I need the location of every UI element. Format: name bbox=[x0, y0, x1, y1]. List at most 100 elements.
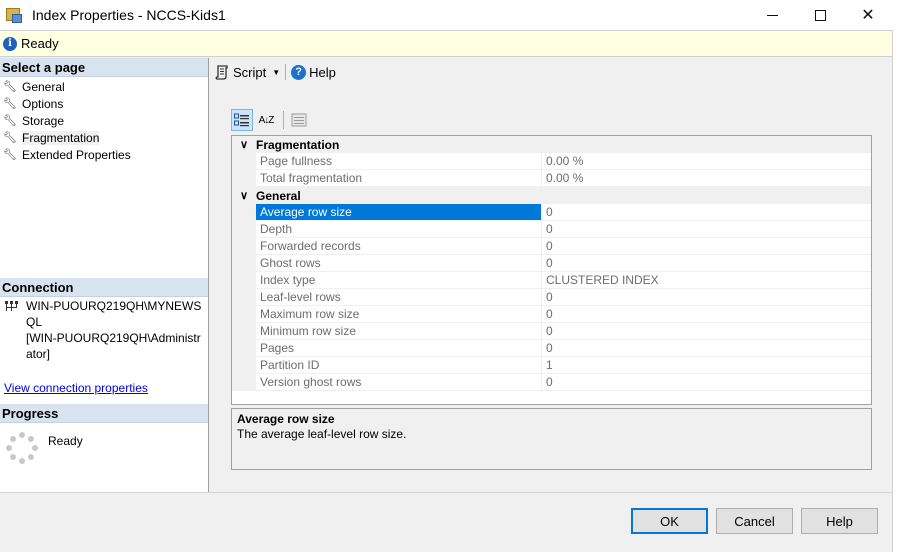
property-row[interactable]: Version ghost rows 0 bbox=[232, 374, 871, 391]
property-name: Pages bbox=[256, 340, 542, 357]
status-text: Ready bbox=[21, 36, 59, 51]
collapse-icon[interactable]: ∨ bbox=[232, 138, 256, 151]
help-toolbar-button[interactable]: Help bbox=[309, 65, 336, 80]
page-list: 🔧︎ General 🔧︎ Options 🔧︎ Storage 🔧︎ Frag… bbox=[0, 77, 208, 163]
property-value: 0 bbox=[542, 374, 871, 391]
property-row[interactable]: Depth 0 bbox=[232, 221, 871, 238]
help-icon[interactable]: ? bbox=[291, 64, 307, 80]
minimize-button[interactable] bbox=[749, 0, 795, 30]
category-fragmentation[interactable]: ∨ Fragmentation bbox=[232, 136, 871, 153]
property-value: 0 bbox=[542, 255, 871, 272]
title-bar: Index Properties - NCCS-Kids1 ✕ bbox=[0, 0, 900, 30]
chevron-down-icon[interactable]: ▼ bbox=[272, 68, 280, 77]
progress-info: Ready bbox=[6, 432, 206, 464]
property-value: 0 bbox=[542, 238, 871, 255]
status-bar: i Ready bbox=[0, 30, 892, 57]
button-bar: OK Cancel Help bbox=[0, 492, 892, 552]
ok-button[interactable]: OK bbox=[631, 508, 708, 534]
property-row[interactable]: Average row size 0 bbox=[232, 204, 871, 221]
property-name: Partition ID bbox=[256, 357, 542, 374]
property-value: 0 bbox=[542, 204, 871, 221]
page-item-label: Extended Properties bbox=[22, 147, 131, 162]
page-item-options[interactable]: 🔧︎ Options bbox=[0, 95, 208, 112]
alphabetical-button[interactable]: A↓Z bbox=[255, 109, 277, 131]
sort-alphabetical-icon: A↓Z bbox=[258, 114, 275, 126]
page-item-extended-properties[interactable]: 🔧︎ Extended Properties bbox=[0, 146, 208, 163]
property-name: Leaf-level rows bbox=[256, 289, 542, 306]
connection-icon bbox=[4, 300, 22, 362]
page-item-label: General bbox=[22, 79, 65, 94]
property-value: 1 bbox=[542, 357, 871, 374]
grid-toolbar-divider bbox=[283, 111, 284, 129]
connection-header: Connection bbox=[0, 278, 208, 297]
property-row[interactable]: Partition ID 1 bbox=[232, 357, 871, 374]
property-value: 0 bbox=[542, 289, 871, 306]
property-name: Total fragmentation bbox=[256, 170, 542, 187]
property-value: 0 bbox=[542, 306, 871, 323]
spinner-icon bbox=[6, 432, 38, 464]
toolbar: Script ▼ ? Help bbox=[214, 62, 336, 82]
categorized-icon bbox=[234, 113, 249, 127]
page-item-label: Storage bbox=[22, 113, 65, 128]
background-window-edge bbox=[892, 30, 900, 552]
page-item-fragmentation[interactable]: 🔧︎ Fragmentation bbox=[0, 129, 208, 146]
property-name: Maximum row size bbox=[256, 306, 542, 323]
maximize-icon bbox=[814, 9, 826, 21]
property-value: 0.00 % bbox=[542, 170, 871, 187]
property-row[interactable]: Leaf-level rows 0 bbox=[232, 289, 871, 306]
property-value: 0.00 % bbox=[542, 153, 871, 170]
category-label: General bbox=[256, 188, 301, 203]
property-name: Index type bbox=[256, 272, 542, 289]
property-row[interactable]: Minimum row size 0 bbox=[232, 323, 871, 340]
property-row[interactable]: Total fragmentation 0.00 % bbox=[232, 170, 871, 187]
wrench-icon: 🔧︎ bbox=[3, 115, 17, 127]
page-item-label: Options bbox=[22, 96, 64, 111]
property-name: Ghost rows bbox=[256, 255, 542, 272]
property-row[interactable]: Ghost rows 0 bbox=[232, 255, 871, 272]
close-icon: ✕ bbox=[861, 7, 875, 24]
property-name: Page fullness bbox=[256, 153, 542, 170]
cancel-button[interactable]: Cancel bbox=[716, 508, 793, 534]
info-icon: i bbox=[3, 36, 17, 51]
view-connection-properties-link[interactable]: View connection properties bbox=[4, 381, 148, 395]
toolbar-divider bbox=[285, 64, 287, 80]
script-icon bbox=[214, 64, 230, 80]
description-text: The average leaf-level row size. bbox=[237, 427, 407, 441]
property-name: Average row size bbox=[256, 204, 542, 221]
property-name: Minimum row size bbox=[256, 323, 542, 340]
collapse-icon[interactable]: ∨ bbox=[232, 189, 256, 202]
category-label: Fragmentation bbox=[256, 137, 340, 152]
property-value: 0 bbox=[542, 340, 871, 357]
close-button[interactable]: ✕ bbox=[845, 0, 891, 30]
property-value: CLUSTERED INDEX bbox=[542, 272, 871, 289]
property-name: Forwarded records bbox=[256, 238, 542, 255]
progress-text: Ready bbox=[48, 434, 83, 448]
app-icon bbox=[6, 6, 24, 24]
page-item-label: Fragmentation bbox=[22, 130, 100, 145]
page-item-storage[interactable]: 🔧︎ Storage bbox=[0, 112, 208, 129]
property-name: Version ghost rows bbox=[256, 374, 542, 391]
property-row[interactable]: Maximum row size 0 bbox=[232, 306, 871, 323]
categorized-button[interactable] bbox=[231, 109, 253, 131]
wrench-icon: 🔧︎ bbox=[3, 149, 17, 161]
minimize-icon bbox=[766, 14, 778, 16]
category-general[interactable]: ∨ General bbox=[232, 187, 871, 204]
property-row[interactable]: Index type CLUSTERED INDEX bbox=[232, 272, 871, 289]
help-button[interactable]: Help bbox=[801, 508, 878, 534]
property-pages-button[interactable] bbox=[288, 109, 310, 131]
connection-server: WIN-PUOURQ219QH\MYNEWSQL bbox=[26, 299, 202, 329]
property-row[interactable]: Page fullness 0.00 % bbox=[232, 153, 871, 170]
property-pages-icon bbox=[291, 113, 307, 127]
property-value: 0 bbox=[542, 221, 871, 238]
property-row[interactable]: Pages 0 bbox=[232, 340, 871, 357]
page-item-general[interactable]: 🔧︎ General bbox=[0, 78, 208, 95]
property-value: 0 bbox=[542, 323, 871, 340]
maximize-button[interactable] bbox=[797, 0, 843, 30]
property-name: Depth bbox=[256, 221, 542, 238]
progress-header: Progress bbox=[0, 404, 208, 423]
select-page-header: Select a page bbox=[0, 58, 208, 77]
property-grid-toolbar: A↓Z bbox=[231, 109, 312, 131]
script-button[interactable]: Script bbox=[233, 65, 266, 80]
property-row[interactable]: Forwarded records 0 bbox=[232, 238, 871, 255]
connection-user: [WIN-PUOURQ219QH\Administrator] bbox=[26, 331, 201, 361]
